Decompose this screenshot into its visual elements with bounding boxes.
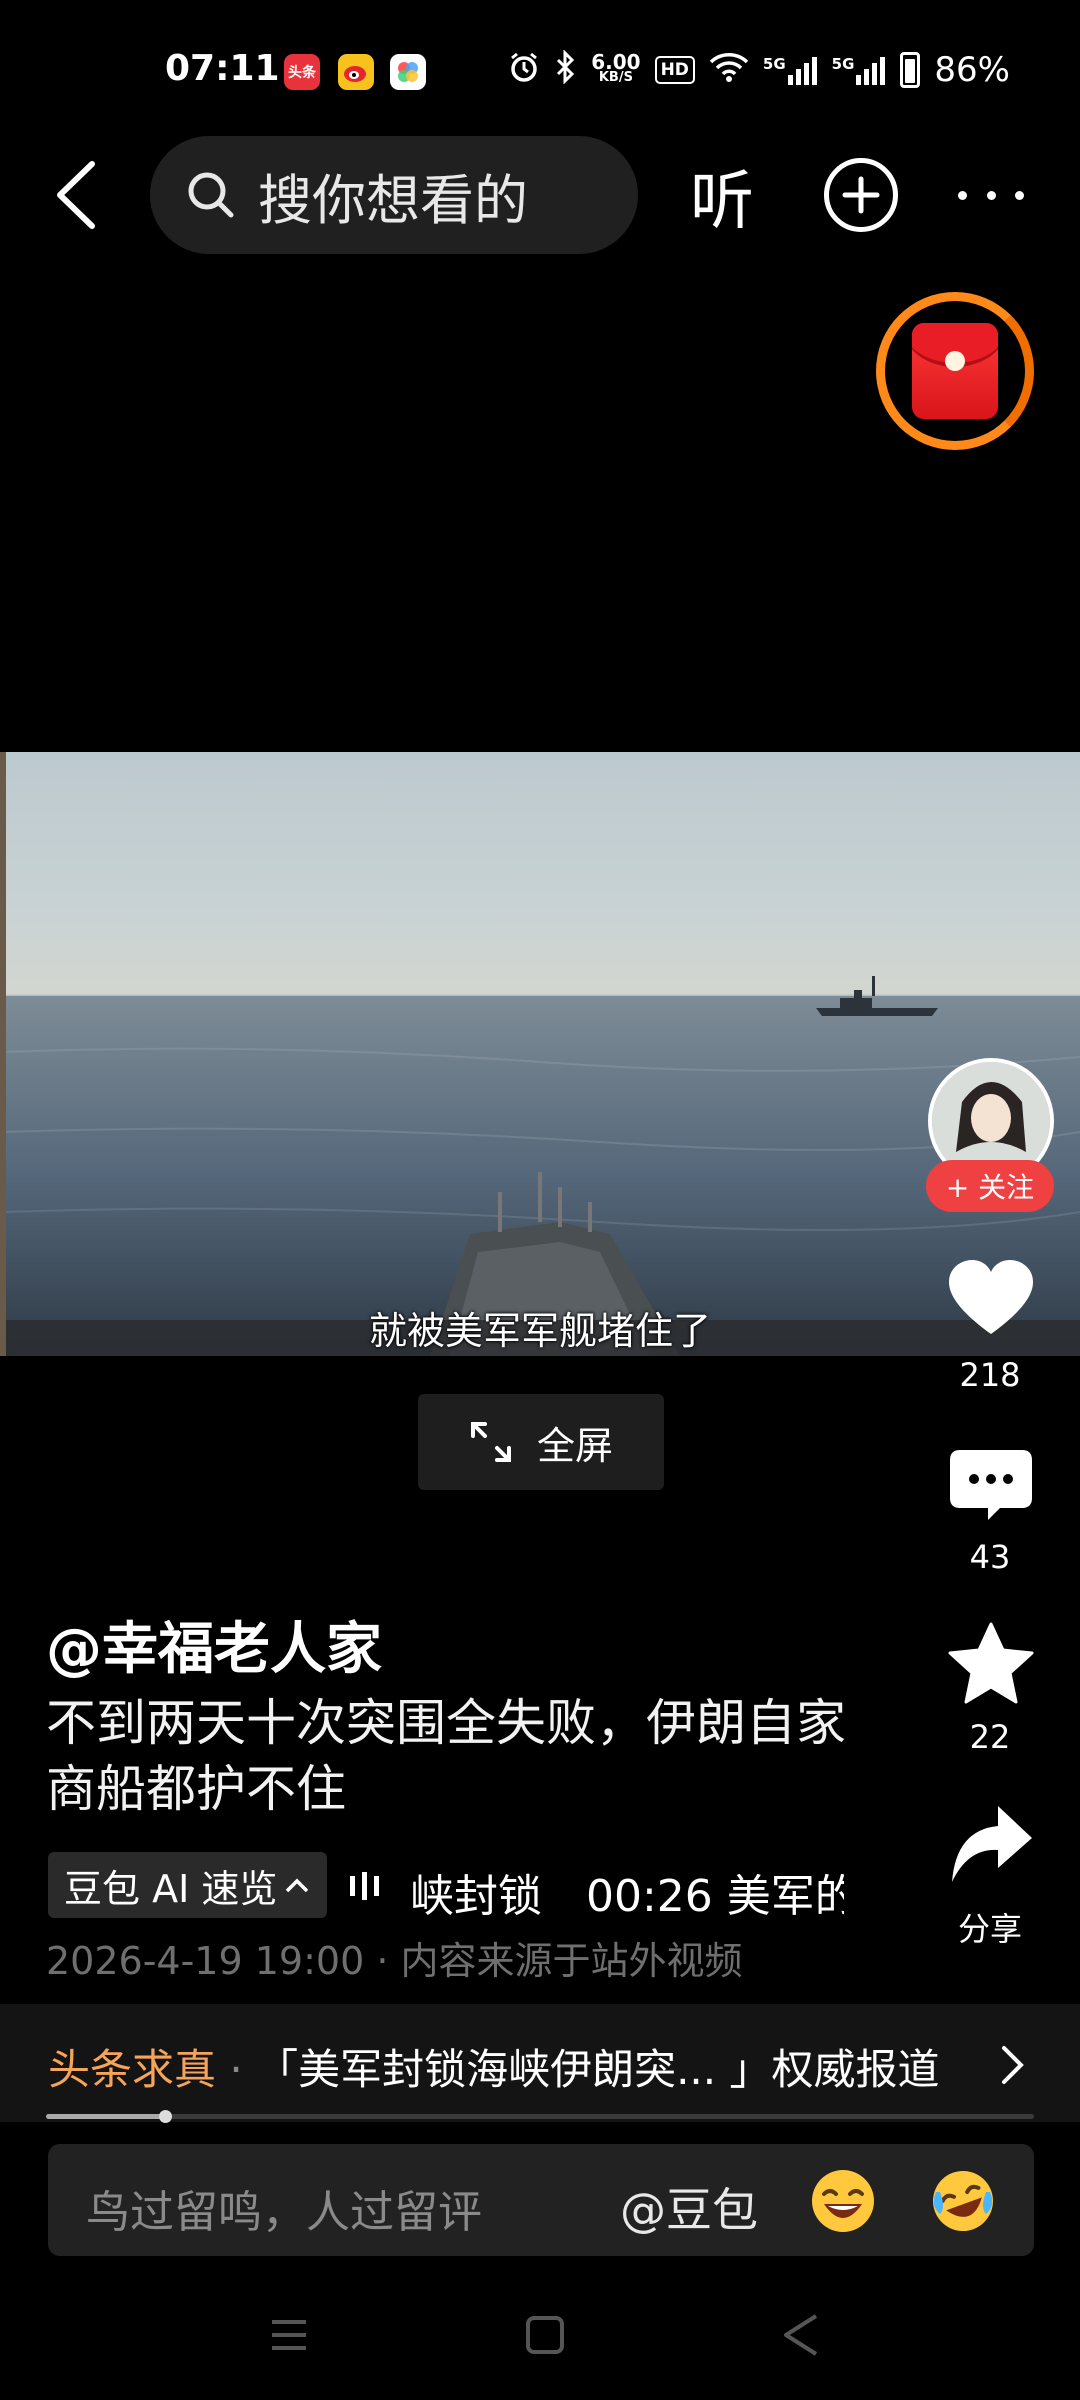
red-envelope-icon — [912, 323, 998, 419]
expand-icon — [470, 1422, 511, 1462]
alarm-icon — [507, 50, 541, 91]
mention-doubao-button[interactable]: @豆包 — [620, 2174, 758, 2240]
comment-count: 43 — [969, 1538, 1011, 1576]
video-progress-handle[interactable] — [159, 2110, 172, 2123]
crying-laughing-emoji-button[interactable] — [928, 2166, 998, 2236]
post-title: 不到两天十次突围全失败，伊朗自家商船都护不住 — [46, 1694, 846, 1818]
wifi-icon — [709, 51, 749, 90]
back-nav-icon[interactable] — [780, 2312, 822, 2358]
weibo-app-icon — [338, 54, 374, 90]
like-button[interactable] — [944, 1260, 1038, 1336]
comment-placeholder: 鸟过留鸣，人过留评 — [86, 2187, 482, 2238]
search-input[interactable]: 搜你想看的 — [150, 136, 638, 254]
share-button[interactable] — [944, 1804, 1038, 1884]
favorite-count: 22 — [969, 1718, 1011, 1756]
share-arrow-icon — [952, 1806, 1032, 1882]
comment-button[interactable] — [944, 1450, 1038, 1522]
favorite-button[interactable] — [944, 1622, 1038, 1704]
heart-icon — [949, 1260, 1033, 1334]
publish-button[interactable] — [824, 158, 898, 232]
crying-laughing-emoji-icon — [933, 2171, 993, 2231]
video-subtitle: 就被美军军舰堵住了 — [368, 1309, 711, 1353]
more-dot-icon — [958, 190, 967, 200]
author-name[interactable]: @幸福老人家 — [46, 1604, 382, 1685]
signal-1-icon: 5G — [763, 55, 818, 85]
signal-2-icon: 5G — [832, 55, 887, 85]
bluetooth-icon — [555, 48, 577, 91]
share-label: 分享 — [957, 1910, 1022, 1948]
video-progress-track[interactable] — [46, 2114, 1034, 2119]
toutiao-app-icon: 头条 — [284, 54, 320, 90]
multicolor-app-icon — [390, 54, 426, 90]
post-timestamp: 2026-4-19 19:00 · 内容来源于站外视频 — [46, 1939, 743, 1983]
ai-chip-label: 豆包 AI 速览 — [64, 1866, 278, 1911]
back-button[interactable] — [40, 150, 110, 240]
video-player[interactable]: 就被美军军舰堵住了 — [0, 752, 1080, 1356]
status-time: 07:11 — [165, 48, 280, 89]
video-progress-fill — [46, 2114, 165, 2119]
system-nav-bar — [0, 2276, 1080, 2400]
chevron-right-icon[interactable] — [1000, 2044, 1026, 2086]
menu-nav-icon[interactable] — [268, 2314, 310, 2356]
battery-percent: 86% — [934, 50, 1010, 90]
ai-summary-text[interactable]: 峡封锁 00:26 美军的 — [410, 1860, 844, 1924]
fullscreen-button[interactable]: 全屏 — [418, 1394, 664, 1490]
video-frame-image — [0, 752, 1080, 1356]
home-nav-icon[interactable] — [524, 2314, 566, 2356]
search-placeholder: 搜你想看的 — [258, 168, 528, 232]
fact-check-link[interactable]: 头条求真 · 「美军封锁海峡伊朗突... 」权威报道 — [48, 2036, 939, 2097]
fact-check-separator: · — [216, 2045, 257, 2094]
net-speed: 6.00 KB/S — [591, 50, 641, 85]
star-icon — [948, 1622, 1034, 1704]
status-indicators: 6.00 KB/S HD 5G 5G 86% — [507, 48, 1010, 92]
more-dot-icon — [986, 190, 996, 200]
laughing-emoji-icon — [812, 2170, 874, 2232]
fullscreen-label: 全屏 — [536, 1423, 613, 1468]
search-icon — [188, 172, 234, 218]
like-count: 218 — [959, 1356, 1021, 1394]
chevron-left-icon — [57, 161, 95, 229]
plus-icon — [842, 176, 880, 214]
chevron-up-icon — [286, 1878, 309, 1893]
hd-voice-icon: HD — [654, 56, 695, 84]
audio-wave-icon — [350, 1872, 379, 1900]
more-dot-icon — [1015, 190, 1024, 200]
fact-check-headline: 「美军封锁海峡伊朗突... 」权威报道 — [256, 2045, 940, 2094]
comment-icon — [950, 1450, 1032, 1520]
battery-icon — [900, 52, 921, 88]
red-packet-button[interactable] — [876, 292, 1034, 450]
listen-button[interactable]: 听 — [690, 150, 754, 242]
laughing-emoji-button[interactable] — [808, 2166, 878, 2236]
fact-check-tag: 头条求真 — [48, 2045, 217, 2094]
ai-summary-toggle[interactable]: 豆包 AI 速览 — [48, 1852, 328, 1918]
follow-button[interactable]: + 关注 — [926, 1160, 1054, 1212]
more-options-button[interactable] — [958, 170, 1024, 220]
